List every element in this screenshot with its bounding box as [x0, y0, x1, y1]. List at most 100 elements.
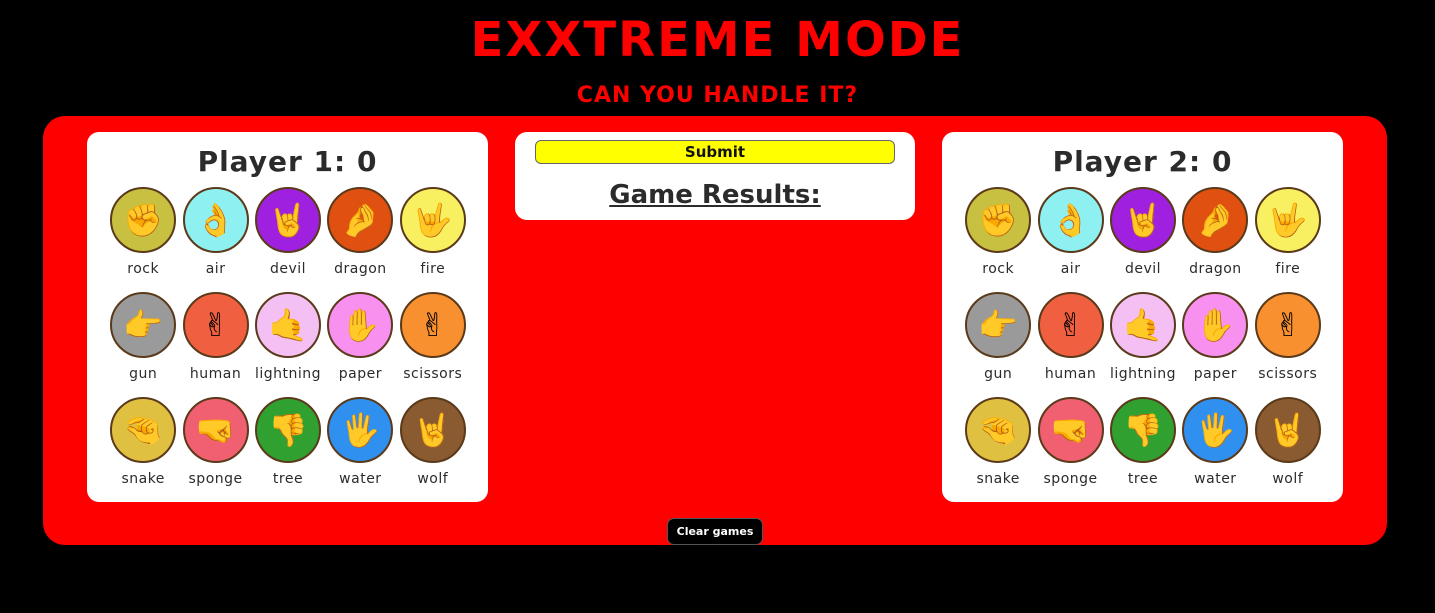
dragon-hand-icon[interactable]: 🤌: [1182, 187, 1249, 253]
player-1-hand-rock[interactable]: ✊ rock: [107, 187, 179, 292]
hand-label: air: [205, 261, 226, 277]
page-subtitle: CAN YOU HANDLE IT?: [576, 83, 859, 108]
clear-games-button[interactable]: Clear games: [667, 518, 763, 545]
hand-label: lightning: [1109, 366, 1176, 382]
player-2-hand-scissors[interactable]: ✌ scissors: [1252, 292, 1324, 397]
results-panel: Submit Game Results:: [515, 132, 915, 220]
hand-label: dragon: [334, 261, 387, 277]
water-hand-icon[interactable]: 🖐: [327, 397, 394, 463]
player-2-hand-dragon[interactable]: 🤌 dragon: [1179, 187, 1251, 292]
paper-hand-icon[interactable]: ✋: [327, 292, 394, 358]
hand-label: rock: [127, 261, 160, 277]
hand-label: gun: [984, 366, 1013, 382]
tree-hand-icon[interactable]: 👎: [254, 397, 321, 463]
hand-label: tree: [1127, 471, 1159, 487]
player-1-hand-human[interactable]: ✌ human: [179, 292, 251, 397]
hand-label: fire: [420, 261, 446, 277]
snake-hand-icon[interactable]: 🤏: [110, 397, 177, 463]
player-2-hand-rock[interactable]: ✊ rock: [962, 187, 1034, 292]
player-1-score: Player 1: 0: [197, 145, 378, 178]
player-2-hand-wolf[interactable]: 🤘 wolf: [1252, 397, 1324, 502]
player-2-hand-snake[interactable]: 🤏 snake: [962, 397, 1034, 502]
submit-button[interactable]: Submit: [535, 140, 895, 164]
player-2-score: Player 2: 0: [1052, 145, 1233, 178]
player-1-hand-gun[interactable]: 👉 gun: [107, 292, 179, 397]
devil-hand-icon[interactable]: 🤘: [1109, 187, 1176, 253]
dragon-hand-icon[interactable]: 🤌: [327, 187, 394, 253]
wolf-hand-icon[interactable]: 🤘: [1254, 397, 1321, 463]
water-hand-icon[interactable]: 🖐: [1182, 397, 1249, 463]
page-title: EXXTREME MODE: [470, 12, 965, 68]
hand-label: scissors: [403, 366, 463, 382]
hand-label: devil: [269, 261, 307, 277]
lightning-hand-icon[interactable]: 🤙: [254, 292, 321, 358]
fire-hand-icon[interactable]: 🤟: [399, 187, 466, 253]
hand-label: paper: [1193, 366, 1237, 382]
player-1-hand-dragon[interactable]: 🤌 dragon: [324, 187, 396, 292]
lightning-hand-icon[interactable]: 🤙: [1109, 292, 1176, 358]
player-2-panel: Player 2: 0 ✊ rock 👌 air 🤘 devil 🤌 dragon 🤟 fire 👉…: [942, 132, 1343, 502]
hand-label: human: [1044, 366, 1097, 382]
hand-label: sponge: [188, 471, 243, 487]
player-2-hand-fire[interactable]: 🤟 fire: [1252, 187, 1324, 292]
hand-label: sponge: [1043, 471, 1098, 487]
player-1-hand-air[interactable]: 👌 air: [179, 187, 251, 292]
player-2-hand-tree[interactable]: 👎 tree: [1107, 397, 1179, 502]
player-1-hand-devil[interactable]: 🤘 devil: [252, 187, 324, 292]
hand-label: dragon: [1189, 261, 1242, 277]
player-2-hand-grid: ✊ rock 👌 air 🤘 devil 🤌 dragon 🤟 fire 👉 gun ✌ human 🤙 li…: [962, 187, 1324, 502]
snake-hand-icon[interactable]: 🤏: [965, 397, 1032, 463]
game-board: Player 1: 0 ✊ rock 👌 air 🤘 devil 🤌 dragon 🤟 fire 👉…: [43, 116, 1387, 545]
human-hand-icon[interactable]: ✌: [182, 292, 249, 358]
hand-label: air: [1060, 261, 1081, 277]
devil-hand-icon[interactable]: 🤘: [254, 187, 321, 253]
sponge-hand-icon[interactable]: 🤜: [182, 397, 249, 463]
gun-hand-icon[interactable]: 👉: [110, 292, 177, 358]
air-hand-icon[interactable]: 👌: [1037, 187, 1104, 253]
hand-label: wolf: [1272, 471, 1304, 487]
hand-label: water: [1194, 471, 1237, 487]
scissors-hand-icon[interactable]: ✌: [1254, 292, 1321, 358]
hand-label: fire: [1275, 261, 1301, 277]
hand-label: snake: [121, 471, 165, 487]
player-2-hand-human[interactable]: ✌ human: [1034, 292, 1106, 397]
rock-hand-icon[interactable]: ✊: [110, 187, 177, 253]
human-hand-icon[interactable]: ✌: [1037, 292, 1104, 358]
player-2-hand-devil[interactable]: 🤘 devil: [1107, 187, 1179, 292]
hand-label: wolf: [417, 471, 449, 487]
player-1-hand-scissors[interactable]: ✌ scissors: [397, 292, 469, 397]
player-2-hand-air[interactable]: 👌 air: [1034, 187, 1106, 292]
scissors-hand-icon[interactable]: ✌: [399, 292, 466, 358]
paper-hand-icon[interactable]: ✋: [1182, 292, 1249, 358]
player-1-hand-snake[interactable]: 🤏 snake: [107, 397, 179, 502]
hand-label: water: [339, 471, 382, 487]
player-1-panel: Player 1: 0 ✊ rock 👌 air 🤘 devil 🤌 dragon 🤟 fire 👉…: [87, 132, 488, 502]
air-hand-icon[interactable]: 👌: [182, 187, 249, 253]
player-2-hand-paper[interactable]: ✋ paper: [1179, 292, 1251, 397]
player-1-hand-wolf[interactable]: 🤘 wolf: [397, 397, 469, 502]
player-1-hand-lightning[interactable]: 🤙 lightning: [252, 292, 324, 397]
player-2-hand-gun[interactable]: 👉 gun: [962, 292, 1034, 397]
hand-label: scissors: [1258, 366, 1318, 382]
rock-hand-icon[interactable]: ✊: [965, 187, 1032, 253]
player-1-hand-tree[interactable]: 👎 tree: [252, 397, 324, 502]
hand-label: tree: [272, 471, 304, 487]
wolf-hand-icon[interactable]: 🤘: [399, 397, 466, 463]
game-results-heading: Game Results:: [609, 180, 821, 210]
player-1-hand-sponge[interactable]: 🤜 sponge: [179, 397, 251, 502]
gun-hand-icon[interactable]: 👉: [965, 292, 1032, 358]
player-2-hand-lightning[interactable]: 🤙 lightning: [1107, 292, 1179, 397]
player-1-hand-fire[interactable]: 🤟 fire: [397, 187, 469, 292]
hand-label: snake: [976, 471, 1020, 487]
player-1-hand-grid: ✊ rock 👌 air 🤘 devil 🤌 dragon 🤟 fire 👉 gun ✌ human 🤙 li…: [107, 187, 469, 502]
hand-label: devil: [1124, 261, 1162, 277]
sponge-hand-icon[interactable]: 🤜: [1037, 397, 1104, 463]
hand-label: gun: [129, 366, 158, 382]
hand-label: rock: [982, 261, 1015, 277]
player-1-hand-paper[interactable]: ✋ paper: [324, 292, 396, 397]
fire-hand-icon[interactable]: 🤟: [1254, 187, 1321, 253]
player-1-hand-water[interactable]: 🖐 water: [324, 397, 396, 502]
player-2-hand-sponge[interactable]: 🤜 sponge: [1034, 397, 1106, 502]
tree-hand-icon[interactable]: 👎: [1109, 397, 1176, 463]
player-2-hand-water[interactable]: 🖐 water: [1179, 397, 1251, 502]
